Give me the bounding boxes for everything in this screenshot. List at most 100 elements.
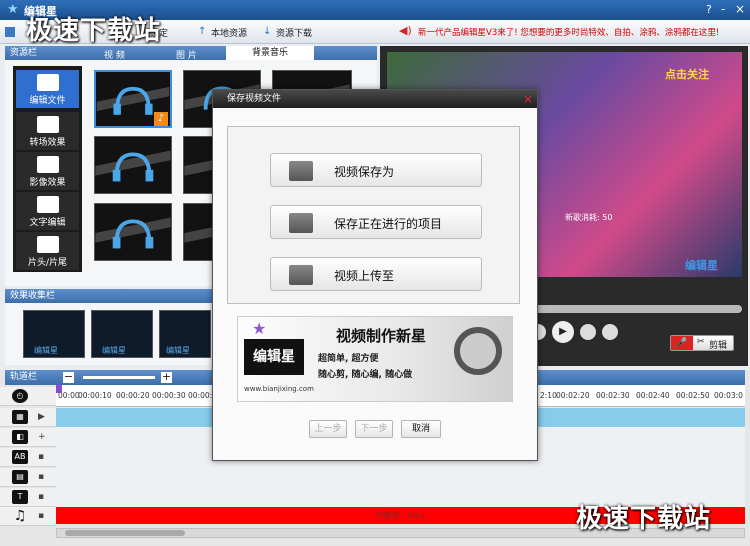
text-t-icon: T <box>12 490 28 504</box>
mic-icon: 🎤 <box>671 336 693 350</box>
nav-transition[interactable]: 转场效果 <box>16 112 79 150</box>
nav-image-effect[interactable]: 影像效果 <box>16 152 79 190</box>
playhead-marker[interactable] <box>56 385 62 393</box>
music-thumbnail[interactable] <box>94 203 172 261</box>
music-thumbnail[interactable] <box>94 136 172 194</box>
music-thumbnail[interactable]: ♪ <box>94 70 172 128</box>
banner-logo: 编辑星 <box>244 339 304 375</box>
nav-intro-outro[interactable]: 片头/片尾 <box>16 232 79 270</box>
cut-label: 剪辑 <box>709 341 728 351</box>
promo-text[interactable]: 新一代产品编辑星V3来了! 您想要的更多时尚特效、自拍、涂鸦、涂鸦都在这里! <box>418 26 748 38</box>
scissors-icon: ✂ <box>697 337 705 347</box>
play-icon[interactable]: ▶ <box>552 321 574 343</box>
thumb-logo: 编辑星 <box>34 346 58 355</box>
close-button[interactable]: × <box>735 2 745 16</box>
track-header-text: T ▪ <box>0 488 56 507</box>
folder-icon <box>5 27 15 37</box>
tick-label: 00:02:30 <box>596 391 630 400</box>
effect-thumbnail[interactable]: 编辑星 <box>91 310 153 358</box>
dialog-close-icon[interactable]: × <box>523 90 533 108</box>
tick-label: 00:02:20 <box>556 391 590 400</box>
save-video-dialog: 保存视频文件 × 视频保存为 保存正在进行的项目 视频上传至 ★ 编辑星 视频制… <box>212 89 538 461</box>
banner-url: www.bianjixing.com <box>244 385 314 393</box>
tab-background-music[interactable]: 背景音乐 <box>226 46 314 60</box>
track-header-music: ♫ ▪ <box>0 507 56 526</box>
banner-line2: 随心剪, 随心编, 随心做 <box>318 370 413 380</box>
filmstrip-icon <box>289 213 313 233</box>
toolbar-item-local[interactable]: ↑ 本地资源 <box>198 24 247 40</box>
banner-star-icon: ★ <box>252 319 267 338</box>
zoom-slider[interactable] <box>83 376 155 379</box>
track-header-video: ▦ ▶ <box>0 408 56 427</box>
nav-text-edit[interactable]: 文字编辑 <box>16 192 79 230</box>
upload-icon <box>289 265 313 285</box>
banner-line1: 超简单, 超方便 <box>318 354 379 364</box>
next-step-button[interactable]: 下一步 <box>355 420 393 438</box>
toolbar-item-download[interactable]: ↓ 资源下载 <box>263 24 312 40</box>
dialog-options-box: 视频保存为 保存正在进行的项目 视频上传至 <box>227 126 520 304</box>
upload-video-button[interactable]: 视频上传至 <box>270 257 482 291</box>
add-track-icon[interactable]: + <box>38 432 46 442</box>
tick-label: 00:02:40 <box>636 391 670 400</box>
button-label: 保存正在进行的项目 <box>334 217 443 231</box>
clock-icon: ◴ <box>12 389 28 403</box>
tick-label: 00:02:50 <box>676 391 710 400</box>
button-label: 视频上传至 <box>334 269 395 283</box>
score-text: 新歌消耗: 50 <box>565 213 613 222</box>
floppy-disk-icon <box>289 161 313 181</box>
text-t-icon <box>36 196 59 213</box>
nav-edit-file[interactable]: 编辑文件 <box>16 70 79 108</box>
save-video-as-button[interactable]: 视频保存为 <box>270 153 482 187</box>
nav-label: 文字编辑 <box>29 218 66 228</box>
film-reel-icon <box>454 327 502 375</box>
audio-fx-icon: ◧ <box>12 430 28 444</box>
volume-icon[interactable] <box>602 324 618 340</box>
thumb-logo: 编辑星 <box>102 346 126 355</box>
music-note-icon: ♪ <box>154 112 168 126</box>
effect-icon <box>36 156 59 173</box>
track-header-ab: AB ▪ <box>0 448 56 467</box>
tick-label: 00:00:30 <box>152 391 186 400</box>
tick-label: 00:00:10 <box>78 391 112 400</box>
tick-label: 00:03:0 <box>714 391 743 400</box>
follow-badge: 点击关注 <box>665 68 709 81</box>
track-header-clock: ◴ <box>0 387 56 406</box>
lock-icon[interactable]: ▪ <box>38 472 46 482</box>
preview-logo: 编辑星 <box>685 259 718 272</box>
timeline-title: 轨道栏 <box>10 372 38 382</box>
toolbar-item-open[interactable] <box>5 24 15 40</box>
effect-thumbnail[interactable]: 编辑星 <box>23 310 85 358</box>
audio-clip-label: 功能根 - Ainy <box>375 511 426 520</box>
play-track-icon[interactable]: ▶ <box>38 412 46 422</box>
effect-thumbnail[interactable]: 编辑星 <box>159 310 211 358</box>
toolbar-label: 资源下载 <box>276 28 313 39</box>
cancel-button[interactable]: 取消 <box>401 420 441 438</box>
film-icon: ▦ <box>12 410 28 424</box>
help-button[interactable]: ? <box>706 3 712 16</box>
minimize-button[interactable]: - <box>721 2 725 16</box>
lock-icon[interactable]: ▪ <box>38 492 46 502</box>
scroll-thumb[interactable] <box>65 530 185 536</box>
zoom-in-button[interactable]: + <box>161 371 172 383</box>
ab-icon: AB <box>12 450 28 464</box>
dialog-title: 保存视频文件 <box>227 94 282 104</box>
prev-step-button[interactable]: 上一步 <box>309 420 347 438</box>
save-project-button[interactable]: 保存正在进行的项目 <box>270 205 482 239</box>
film-icon <box>36 74 59 91</box>
watermark-top: 极速下载站 <box>26 16 162 46</box>
zoom-out-button[interactable]: − <box>63 371 74 383</box>
ab-icon <box>36 116 59 133</box>
nav-label: 编辑文件 <box>29 96 66 106</box>
lock-icon[interactable]: ▪ <box>38 511 46 521</box>
effects-panel-title: 效果收集栏 <box>10 291 56 301</box>
resource-panel-title: 资源栏 <box>10 48 38 58</box>
left-nav: 编辑文件 转场效果 影像效果 文字编辑 片头/片尾 <box>13 66 82 272</box>
headphones-icon <box>95 217 171 249</box>
lock-icon[interactable]: ▪ <box>38 452 46 462</box>
next-frame-icon[interactable] <box>580 324 596 340</box>
cut-button[interactable]: 🎤 ✂ 剪辑 <box>670 335 734 351</box>
tick-label: 00:00:20 <box>116 391 150 400</box>
upload-arrow-icon: ↑ <box>198 26 207 37</box>
nav-label: 片头/片尾 <box>27 258 68 268</box>
tick-label: 2:10 <box>540 391 557 400</box>
